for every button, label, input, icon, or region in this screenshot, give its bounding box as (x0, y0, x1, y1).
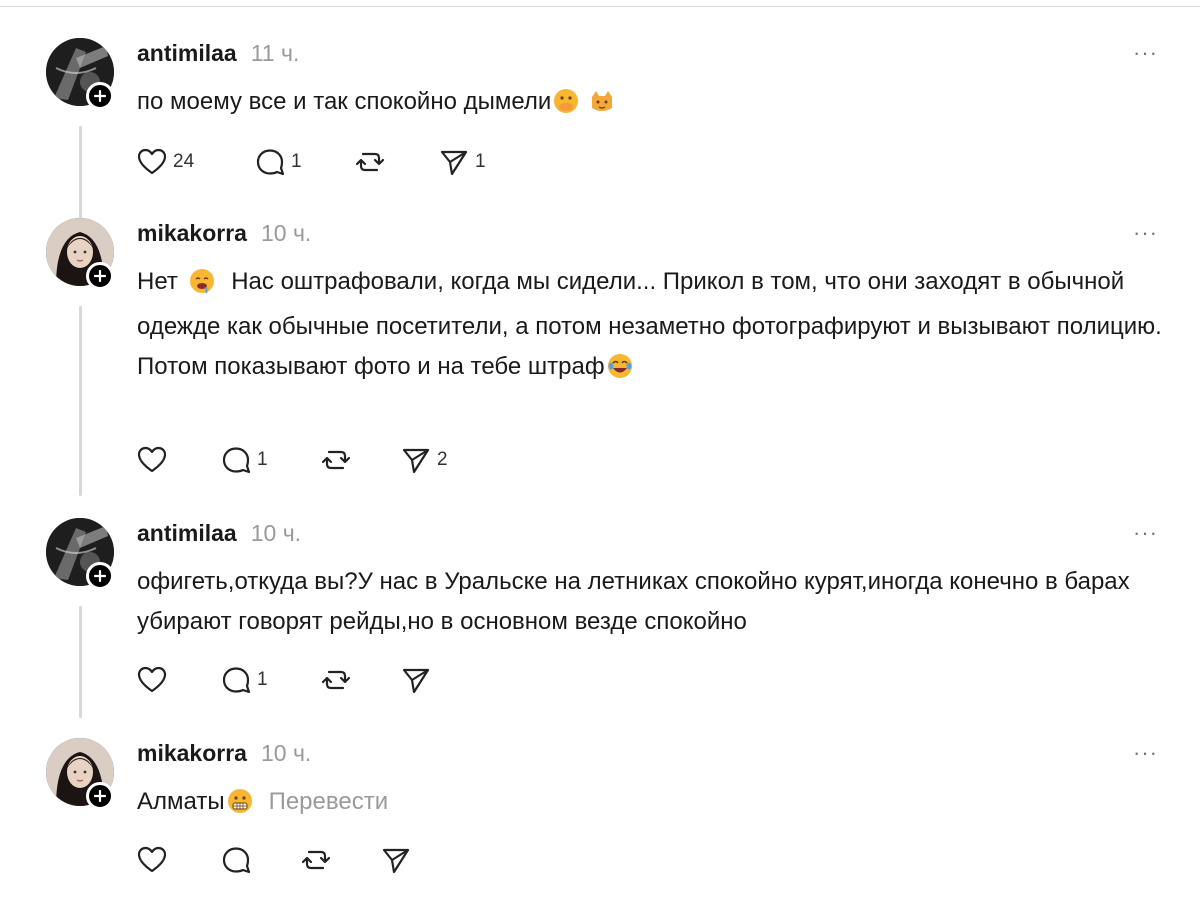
comment-bubble-icon (222, 847, 251, 874)
paper-plane-icon (402, 668, 430, 694)
like-count: 24 (173, 151, 195, 172)
reply-button[interactable]: 1 (221, 666, 321, 694)
share-button[interactable]: 2 (401, 446, 448, 474)
reply-count: 1 (291, 151, 302, 172)
follow-plus-icon[interactable] (86, 562, 114, 590)
reply-button[interactable] (221, 846, 301, 874)
comment-text: офигеть,откуда вы?У нас в Уральске на ле… (137, 568, 1130, 635)
comment-bubble-icon (222, 447, 251, 474)
paper-plane-icon (382, 848, 410, 874)
cat-emoji (589, 87, 615, 127)
repost-icon (321, 450, 351, 470)
comment-text: по моему все и так спокойно дымели (137, 82, 1167, 127)
grimacing-face-emoji (227, 787, 253, 827)
username[interactable]: antimilaa (137, 40, 237, 67)
action-bar (137, 846, 417, 874)
repost-icon (301, 850, 331, 870)
comment-text-body: по моему все и так спокойно дымели (137, 88, 552, 115)
paper-plane-icon (402, 448, 430, 474)
more-options-icon[interactable]: ··· (1133, 222, 1158, 244)
thread-line (79, 606, 82, 718)
share-button[interactable] (401, 666, 437, 694)
comment-text: Алматы Перевести (137, 782, 1167, 827)
more-options-icon[interactable]: ··· (1133, 522, 1158, 544)
username[interactable]: mikakorra (137, 740, 247, 767)
repost-icon (321, 670, 351, 690)
more-options-icon[interactable]: ··· (1133, 42, 1158, 64)
reply-button[interactable]: 1 (221, 446, 321, 474)
follow-plus-icon[interactable] (86, 82, 114, 110)
comment-header: antimilaa 11 ч. (137, 40, 299, 67)
comment-text-start: Нет (137, 268, 178, 295)
heart-icon (137, 666, 167, 693)
username[interactable]: antimilaa (137, 520, 237, 547)
laughing-tears-emoji (607, 352, 633, 392)
action-bar: 24 1 1 (137, 148, 486, 176)
heart-icon (137, 846, 167, 873)
share-button[interactable]: 1 (439, 148, 486, 176)
comment-header: mikakorra 10 ч. (137, 220, 311, 247)
repost-button[interactable] (321, 446, 401, 474)
like-button[interactable] (137, 446, 221, 474)
translate-link[interactable]: Перевести (269, 788, 389, 815)
action-bar: 1 (137, 666, 437, 694)
heart-icon (137, 446, 167, 473)
like-button[interactable] (137, 666, 221, 694)
comment-header: mikakorra 10 ч. (137, 740, 311, 767)
drooling-face-emoji (189, 267, 215, 307)
timestamp[interactable]: 10 ч. (261, 220, 311, 247)
follow-plus-icon[interactable] (86, 782, 114, 810)
action-bar: 1 2 (137, 446, 448, 474)
comment-text: Нет Нас оштрафовали, когда мы сидели... … (137, 262, 1167, 392)
paper-plane-icon (440, 150, 468, 176)
share-count: 2 (437, 449, 448, 470)
timestamp[interactable]: 10 ч. (261, 740, 311, 767)
heart-icon (137, 148, 167, 175)
timestamp[interactable]: 10 ч. (251, 520, 301, 547)
share-count: 1 (475, 151, 486, 172)
username[interactable]: mikakorra (137, 220, 247, 247)
like-button[interactable]: 24 (137, 148, 255, 176)
more-options-icon[interactable]: ··· (1133, 742, 1158, 764)
timestamp[interactable]: 11 ч. (251, 40, 300, 67)
reply-button[interactable]: 1 (255, 148, 355, 176)
comment-text-body: Алматы (137, 788, 225, 815)
comment-text-body: Нас оштрафовали, когда мы сидели... Прик… (137, 268, 1162, 380)
thread-line (79, 306, 82, 496)
comment-thread: antimilaa 11 ч. ··· по моему все и так с… (0, 0, 1200, 900)
share-button[interactable] (381, 846, 417, 874)
comment-bubble-icon (222, 667, 251, 694)
reply-count: 1 (257, 449, 268, 470)
face-with-hand-over-mouth-emoji (553, 87, 579, 127)
reply-count: 1 (257, 669, 268, 690)
repost-button[interactable] (301, 846, 381, 874)
comment-bubble-icon (256, 149, 285, 176)
repost-button[interactable] (321, 666, 401, 694)
like-button[interactable] (137, 846, 221, 874)
comment-header: antimilaa 10 ч. (137, 520, 301, 547)
follow-plus-icon[interactable] (86, 262, 114, 290)
repost-icon (355, 152, 385, 172)
repost-button[interactable] (355, 148, 439, 176)
